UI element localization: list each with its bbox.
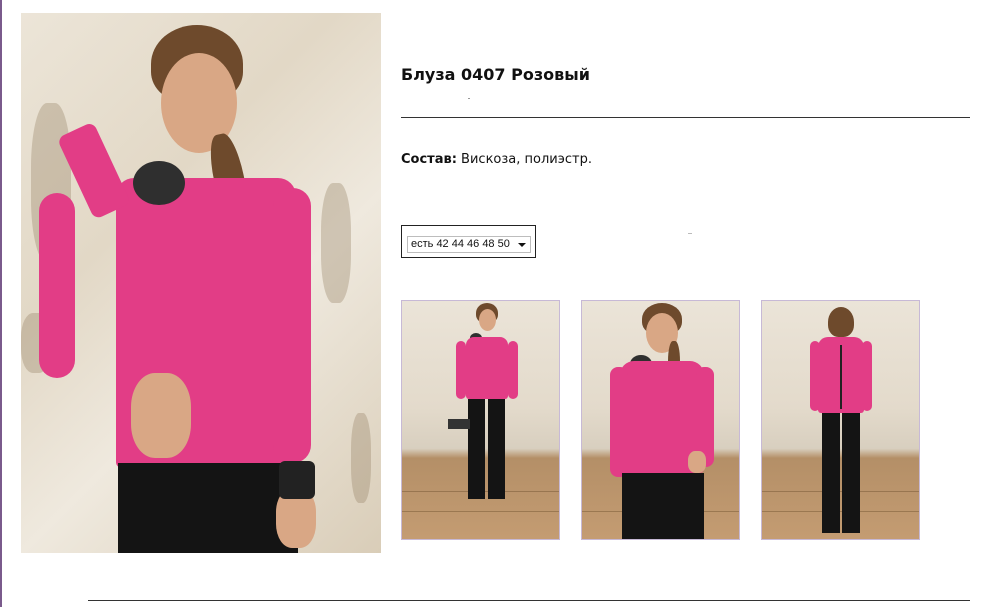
composition-value: Вискоза, полиэстр. — [456, 152, 592, 167]
gallery-thumbnail-3[interactable] — [761, 300, 920, 540]
main-product-photo[interactable] — [21, 13, 381, 553]
left-edge-border — [0, 0, 2, 607]
decorative-dot — [468, 98, 470, 99]
size-select-value: есть 42 44 46 48 50 — [411, 238, 510, 250]
chevron-down-icon[interactable] — [518, 243, 526, 247]
size-select[interactable]: есть 42 44 46 48 50 — [407, 236, 531, 253]
gallery-thumbnail-2[interactable] — [581, 300, 740, 540]
bottom-divider — [88, 600, 970, 601]
decorative-dot — [688, 233, 692, 234]
product-title: Блуза 0407 Розовый — [401, 65, 590, 84]
title-divider — [401, 117, 970, 118]
composition-text: Состав: Вискоза, полиэстр. — [401, 152, 592, 167]
size-selector-box: есть 42 44 46 48 50 — [401, 225, 536, 258]
composition-label: Состав: — [401, 152, 457, 167]
gallery-thumbnail-1[interactable] — [401, 300, 560, 540]
